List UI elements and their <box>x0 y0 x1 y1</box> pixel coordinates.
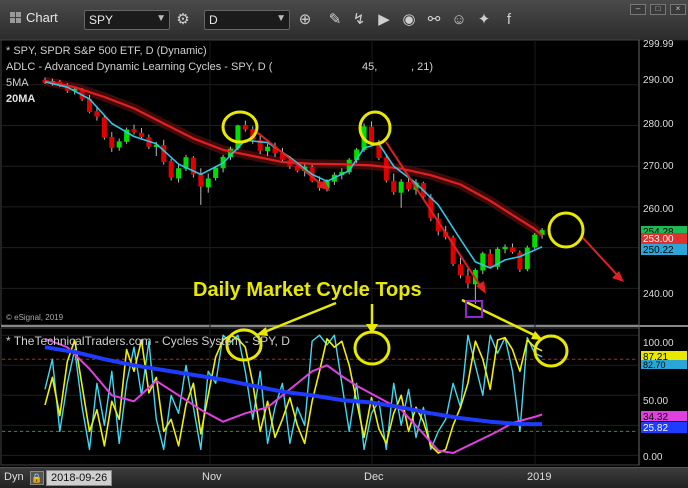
candle-body <box>198 173 204 187</box>
cycle-axis-label: 100.00 <box>643 338 674 349</box>
candle-body <box>131 129 137 133</box>
month-label: Dec <box>364 471 384 483</box>
cycle-tag: 25.82 <box>643 423 668 434</box>
price-axis-label: 270.00 <box>643 161 674 172</box>
month-label: Nov <box>202 471 222 483</box>
cycle-tag: 34.32 <box>643 412 668 423</box>
cycle-axis-label: 0.00 <box>643 452 663 463</box>
candle-body <box>213 167 219 179</box>
candle-body <box>458 264 464 276</box>
price-axis-labels: 299.99 290.00 280.00 270.00 260.00 240.0… <box>643 39 674 300</box>
time-axis-bar[interactable]: Dyn 🔒 2018-09-26 Nov Dec 2019 <box>0 467 688 488</box>
price-axis-label: 240.00 <box>643 289 674 300</box>
candle-body <box>509 247 515 253</box>
ma20-label: 20MA <box>6 93 35 105</box>
candle-body <box>524 247 530 270</box>
candle-body <box>487 253 493 267</box>
candle-body <box>109 136 115 148</box>
ma5-label: 5MA <box>6 77 29 89</box>
adlc-param-a: 45, <box>362 61 377 73</box>
adlc-param-b: , 21) <box>411 61 433 73</box>
candle-body <box>116 141 122 148</box>
candle-body <box>265 146 271 152</box>
dynamic-mode-label[interactable]: Dyn <box>4 471 24 483</box>
candle-body <box>242 125 248 130</box>
month-label: 2019 <box>527 471 552 483</box>
price-axis-label: 299.99 <box>643 39 674 50</box>
candle-body <box>480 253 486 271</box>
chart-area[interactable]: Daily Market Cycle Tops * SPY, SPDR S&P … <box>0 0 688 487</box>
candle-body <box>168 161 174 178</box>
candle-body <box>502 246 508 250</box>
adlc-indicator-label: ADLC - Advanced Dynamic Learning Cycles … <box>6 61 273 73</box>
cycle-panel-header: * TheTechnicalTraders.com - Cycles Syste… <box>6 334 290 348</box>
candle-body <box>465 275 471 284</box>
candle-body <box>205 178 211 188</box>
price-value-tags: 254.28 253.00 250.22 <box>641 226 687 256</box>
candle-body <box>94 111 100 117</box>
start-date-field[interactable]: 2018-09-26 <box>46 470 113 486</box>
ma-tag: 250.22 <box>643 245 674 256</box>
candle-body <box>391 180 397 193</box>
price-axis-label: 290.00 <box>643 75 674 86</box>
cycle-axis-label: 50.00 <box>643 396 668 407</box>
overlay-annotation-text: Daily Market Cycle Tops <box>193 279 422 301</box>
candle-body <box>161 145 167 163</box>
candle-body <box>532 234 538 248</box>
candle-body <box>176 168 182 179</box>
price-axis-label: 260.00 <box>643 204 674 215</box>
esignal-watermark: © eSignal, 2019 <box>6 313 64 322</box>
cycle-tag: 82.70 <box>643 360 666 370</box>
candle-body <box>101 117 107 138</box>
price-axis-label: 280.00 <box>643 119 674 130</box>
cycle-axis-labels: 100.00 50.00 0.00 87.21 82.70 34.32 25.8… <box>641 338 687 463</box>
candle-body <box>138 132 144 137</box>
lock-icon[interactable]: 🔒 <box>30 471 44 485</box>
candle-body <box>368 126 374 143</box>
last-price-tag: 253.00 <box>643 234 674 245</box>
price-panel-header: * SPY, SPDR S&P 500 ETF, D (Dynamic) <box>6 45 207 57</box>
candle-body <box>406 182 412 190</box>
candle-body <box>383 157 389 181</box>
candle-body <box>398 181 404 193</box>
